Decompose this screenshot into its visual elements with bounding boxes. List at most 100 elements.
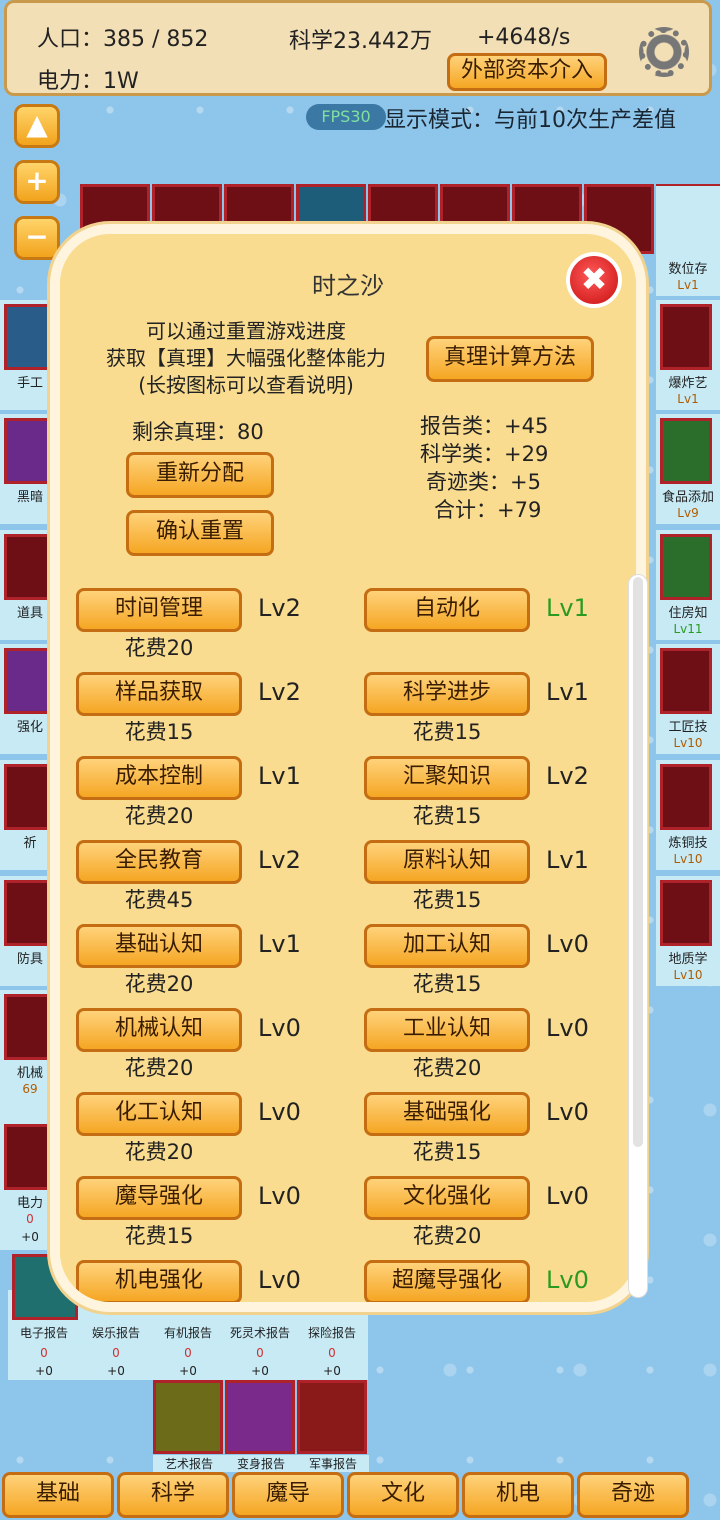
fps-badge: FPS30 [306,104,386,130]
total-stat: 合计：+79 [434,498,542,522]
category-tab-bar: 基础 科学 魔导 文化 机电 奇迹 [0,1470,720,1520]
skill-button[interactable]: 基础认知 [76,924,242,968]
skill-cost: 花费20 [124,972,194,996]
skill-cost: 花费15 [412,1140,482,1164]
tab-science[interactable]: 科学 [117,1472,229,1518]
skill-button[interactable]: 魔导强化 [76,1176,242,1220]
skill-button[interactable]: 原料认知 [364,840,530,884]
dialog-scrollbar[interactable] [628,574,648,1298]
potion-icon [4,648,56,714]
skill-button[interactable]: 工业认知 [364,1008,530,1052]
gear-icon[interactable] [639,27,689,77]
display-mode-label[interactable]: 显示模式：与前10次生产差值 [384,102,676,134]
skill-level: Lv0 [258,1266,301,1294]
rock-icon [660,880,712,946]
skill-button[interactable]: 文化强化 [364,1176,530,1220]
skill-level: Lv1 [546,678,589,706]
star-wings-icon[interactable] [225,1380,295,1454]
skill-button[interactable]: 全民教育 [76,840,242,884]
painting-icon [4,304,56,370]
skill-level: Lv2 [258,846,301,874]
skill-button[interactable]: 机械认知 [76,1008,242,1052]
skill-level: Lv2 [258,594,301,622]
sands-of-time-dialog: 时之沙 ✖ 可以通过重置游戏进度 获取【真理】大幅强化整体能力 (长按图标可以查… [50,224,646,1312]
report-stat: 报告类：+45 [420,414,549,438]
skill-button[interactable]: 化工认知 [76,1092,242,1136]
skill-cost: 花费20 [124,1056,194,1080]
science-text: 科学23.442万 [289,29,432,54]
close-icon[interactable]: ✖ [566,252,622,308]
skill-level: Lv0 [546,1098,589,1126]
cloud-icon [4,534,56,600]
dynamite-icon [660,304,712,370]
skill-cost: 花费20 [124,804,194,828]
tab-culture[interactable]: 文化 [347,1472,459,1518]
skill-button[interactable]: 基础强化 [364,1092,530,1136]
truth-calc-button[interactable]: 真理计算方法 [426,336,594,382]
skill-cost: 花费15 [412,804,482,828]
scroll-up-button[interactable]: ▲ [14,104,60,148]
miracle-stat: 奇迹类：+5 [426,470,541,494]
skill-level: Lv2 [258,678,301,706]
skill-level: Lv0 [258,1098,301,1126]
armor-icon [4,880,56,946]
machine-icon [660,648,712,714]
skill-button[interactable]: 成本控制 [76,756,242,800]
zoom-in-button[interactable]: + [14,160,60,204]
science-stat: 科学类：+29 [420,442,549,466]
remaining-truth-text: 剩余真理：80 [132,420,264,444]
right-tile-food[interactable]: 食品添加 Lv9 [656,414,720,524]
power-text: 电力：1W [37,69,139,94]
skill-level: Lv1 [546,846,589,874]
skill-cost: 花费15 [412,720,482,744]
zoom-out-button[interactable]: − [14,216,60,260]
skill-level: Lv1 [546,594,589,622]
skill-level: Lv0 [258,1014,301,1042]
dialog-description: 可以通过重置游戏进度 获取【真理】大幅强化整体能力 (长按图标可以查看说明) [106,319,386,397]
pliers-icon[interactable] [153,1380,223,1454]
skill-button[interactable]: 加工认知 [364,924,530,968]
tab-miracle[interactable]: 奇迹 [577,1472,689,1518]
military-badge-icon[interactable] [297,1380,367,1454]
right-tile-explosive[interactable]: 爆炸艺 Lv1 [656,300,720,410]
salt-shaker-icon [660,418,712,484]
skill-button[interactable]: 样品获取 [76,672,242,716]
right-tile-geology[interactable]: 地质学 Lv10 [656,876,720,986]
skill-level: Lv1 [258,930,301,958]
right-tile-housing[interactable]: 住房知 Lv11 [656,530,720,640]
skill-button[interactable]: 机电强化 [76,1260,242,1302]
skill-cost: 花费20 [124,636,194,660]
top-status-bar: 人口：385 / 852 电力：1W 科学23.442万 +4648/s 外部资… [4,0,712,96]
skill-button[interactable]: 超魔导强化 [364,1260,530,1302]
skill-cost: 花费15 [124,1224,194,1248]
tab-basic[interactable]: 基础 [2,1472,114,1518]
tab-electromech[interactable]: 机电 [462,1472,574,1518]
skill-button[interactable]: 科学进步 [364,672,530,716]
skill-cost: 花费20 [124,1140,194,1164]
ingot-icon [660,764,712,830]
safe-icon [4,418,56,484]
right-tile-copper[interactable]: 炼铜技 Lv10 [656,760,720,870]
tab-magic[interactable]: 魔导 [232,1472,344,1518]
skill-cost: 花费15 [124,720,194,744]
skill-button[interactable]: 汇聚知识 [364,756,530,800]
right-tile-craft[interactable]: 工匠技 Lv10 [656,644,720,754]
skill-level: Lv0 [546,1182,589,1210]
skill-cost: 花费20 [412,1056,482,1080]
skill-level: Lv0 [546,1014,589,1042]
skill-button[interactable]: 自动化 [364,588,530,632]
scrollbar-thumb[interactable] [633,577,643,1147]
cog-icon [4,994,56,1060]
right-tile-storage[interactable]: 数位存 Lv1 [656,186,720,296]
skill-level: Lv0 [258,1182,301,1210]
skill-button[interactable]: 时间管理 [76,588,242,632]
confirm-reset-button[interactable]: 确认重置 [126,510,274,556]
skill-level: Lv1 [258,762,301,790]
external-capital-button[interactable]: 外部资本介入 [447,53,607,91]
skill-cost: 花费20 [412,1224,482,1248]
circuit-icon [4,1124,56,1190]
dialog-title: 时之沙 [312,272,384,300]
skill-level: Lv0 [546,930,589,958]
skill-level: Lv0 [546,1266,589,1294]
reassign-button[interactable]: 重新分配 [126,452,274,498]
